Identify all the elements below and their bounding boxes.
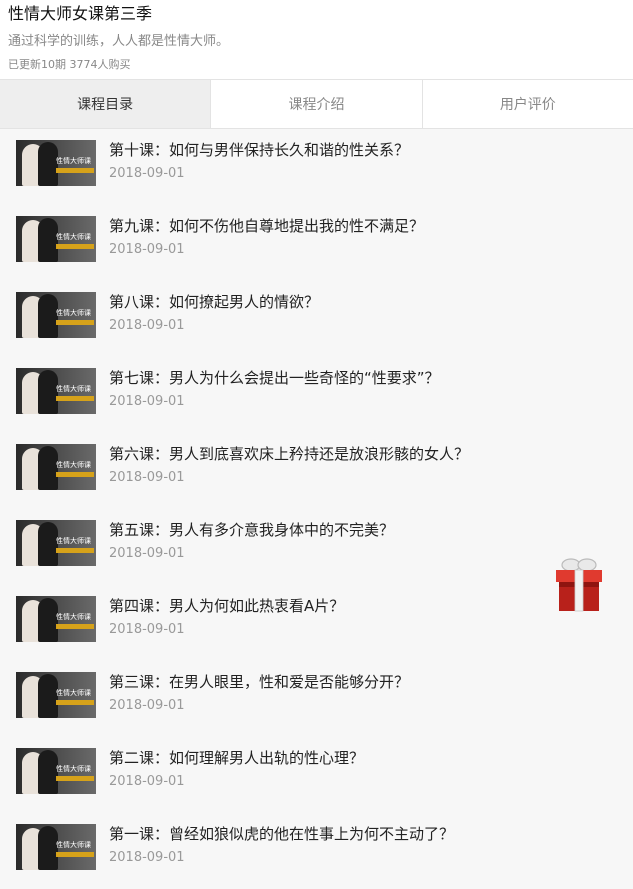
thumb-bar [56,624,94,629]
lesson-date: 2018-09-01 [109,470,185,485]
lesson-date: 2018-09-01 [109,318,185,333]
lesson-title: 第二课：如何理解男人出轨的性心理？ [109,749,365,767]
lesson-title: 第四课：男人为何如此热衷看A片？ [109,597,345,615]
thumb-figure-man [38,446,58,490]
lesson-date: 2018-09-01 [109,698,185,713]
lesson-date: 2018-09-01 [109,850,185,865]
thumb-bar [56,548,94,553]
lesson-thumbnail: 性情大师课 [16,292,96,338]
lesson-date: 2018-09-01 [109,622,185,637]
lesson-list: 性情大师课 第十课：如何与男伴保持长久和谐的性关系？ 2018-09-01 性情… [0,129,633,889]
thumb-bar [56,472,94,477]
lesson-item[interactable]: 性情大师课 第九课：如何不伤他自尊地提出我的性不满足？ 2018-09-01 [0,205,633,281]
thumb-caption: 性情大师课 [56,841,91,849]
thumb-caption: 性情大师课 [56,765,91,773]
lesson-title: 第七课：男人为什么会提出一些奇怪的“性要求”？ [109,369,440,387]
course-header: 性情大师女课第三季 通过科学的训练，人人都是性情大师。 已更新10期 3774人… [0,0,633,79]
thumb-bar [56,776,94,781]
thumb-figure-man [38,598,58,642]
page-title: 性情大师女课第三季 [8,4,153,23]
thumb-bar [56,852,94,857]
lesson-title: 第九课：如何不伤他自尊地提出我的性不满足？ [109,217,425,235]
lesson-thumbnail: 性情大师课 [16,216,96,262]
lesson-thumbnail: 性情大师课 [16,596,96,642]
lesson-thumbnail: 性情大师课 [16,444,96,490]
lesson-title: 第一课：曾经如狼似虎的他在性事上为何不主动了？ [109,825,455,843]
lesson-item[interactable]: 性情大师课 第八课：如何撩起男人的情欲？ 2018-09-01 [0,281,633,357]
lesson-item[interactable]: 性情大师课 第七课：男人为什么会提出一些奇怪的“性要求”？ 2018-09-01 [0,357,633,433]
lesson-title: 第八课：如何撩起男人的情欲？ [109,293,320,311]
gift-icon[interactable] [553,553,605,613]
lesson-thumbnail: 性情大师课 [16,748,96,794]
tab-intro[interactable]: 课程介绍 [210,80,421,128]
course-subtitle: 通过科学的训练，人人都是性情大师。 [8,34,230,49]
lesson-thumbnail: 性情大师课 [16,368,96,414]
lesson-item[interactable]: 性情大师课 第十课：如何与男伴保持长久和谐的性关系？ 2018-09-01 [0,129,633,205]
thumb-caption: 性情大师课 [56,385,91,393]
thumb-figure-man [38,750,58,794]
thumb-bar [56,320,94,325]
thumb-caption: 性情大师课 [56,309,91,317]
thumb-figure-man [38,522,58,566]
lesson-date: 2018-09-01 [109,546,185,561]
lesson-title: 第三课：在男人眼里，性和爱是否能够分开？ [109,673,410,691]
tab-bar: 课程目录 课程介绍 用户评价 [0,79,633,129]
tab-reviews[interactable]: 用户评价 [421,80,633,128]
thumb-figure-man [38,218,58,262]
gift-icon-graphic [556,558,602,612]
thumb-figure-man [38,826,58,870]
lesson-date: 2018-09-01 [109,774,185,789]
thumb-bar [56,168,94,173]
lesson-thumbnail: 性情大师课 [16,824,96,870]
lesson-item[interactable]: 性情大师课 第一课：曾经如狼似虎的他在性事上为何不主动了？ 2018-09-01 [0,813,633,889]
lesson-title: 第十课：如何与男伴保持长久和谐的性关系？ [109,141,410,159]
thumb-bar [56,700,94,705]
lesson-date: 2018-09-01 [109,166,185,181]
course-meta: 已更新10期 3774人购买 [8,58,131,71]
thumb-caption: 性情大师课 [56,537,91,545]
lesson-item[interactable]: 性情大师课 第三课：在男人眼里，性和爱是否能够分开？ 2018-09-01 [0,661,633,737]
lesson-thumbnail: 性情大师课 [16,672,96,718]
lesson-item[interactable]: 性情大师课 第四课：男人为何如此热衷看A片？ 2018-09-01 [0,585,633,661]
lesson-date: 2018-09-01 [109,394,185,409]
lesson-item[interactable]: 性情大师课 第六课：男人到底喜欢床上矜持还是放浪形骸的女人？ 2018-09-0… [0,433,633,509]
lesson-item[interactable]: 性情大师课 第五课：男人有多介意我身体中的不完美？ 2018-09-01 [0,509,633,585]
thumb-caption: 性情大师课 [56,461,91,469]
thumb-figure-man [38,370,58,414]
lesson-title: 第六课：男人到底喜欢床上矜持还是放浪形骸的女人？ [109,445,470,463]
thumb-caption: 性情大师课 [56,689,91,697]
thumb-bar [56,396,94,401]
lesson-title: 第五课：男人有多介意我身体中的不完美？ [109,521,395,539]
thumb-caption: 性情大师课 [56,233,91,241]
thumb-caption: 性情大师课 [56,157,91,165]
lesson-thumbnail: 性情大师课 [16,140,96,186]
lesson-thumbnail: 性情大师课 [16,520,96,566]
thumb-figure-man [38,674,58,718]
thumb-figure-man [38,142,58,186]
thumb-figure-man [38,294,58,338]
thumb-bar [56,244,94,249]
tab-catalog[interactable]: 课程目录 [0,80,211,128]
lesson-date: 2018-09-01 [109,242,185,257]
thumb-caption: 性情大师课 [56,613,91,621]
lesson-item[interactable]: 性情大师课 第二课：如何理解男人出轨的性心理？ 2018-09-01 [0,737,633,813]
